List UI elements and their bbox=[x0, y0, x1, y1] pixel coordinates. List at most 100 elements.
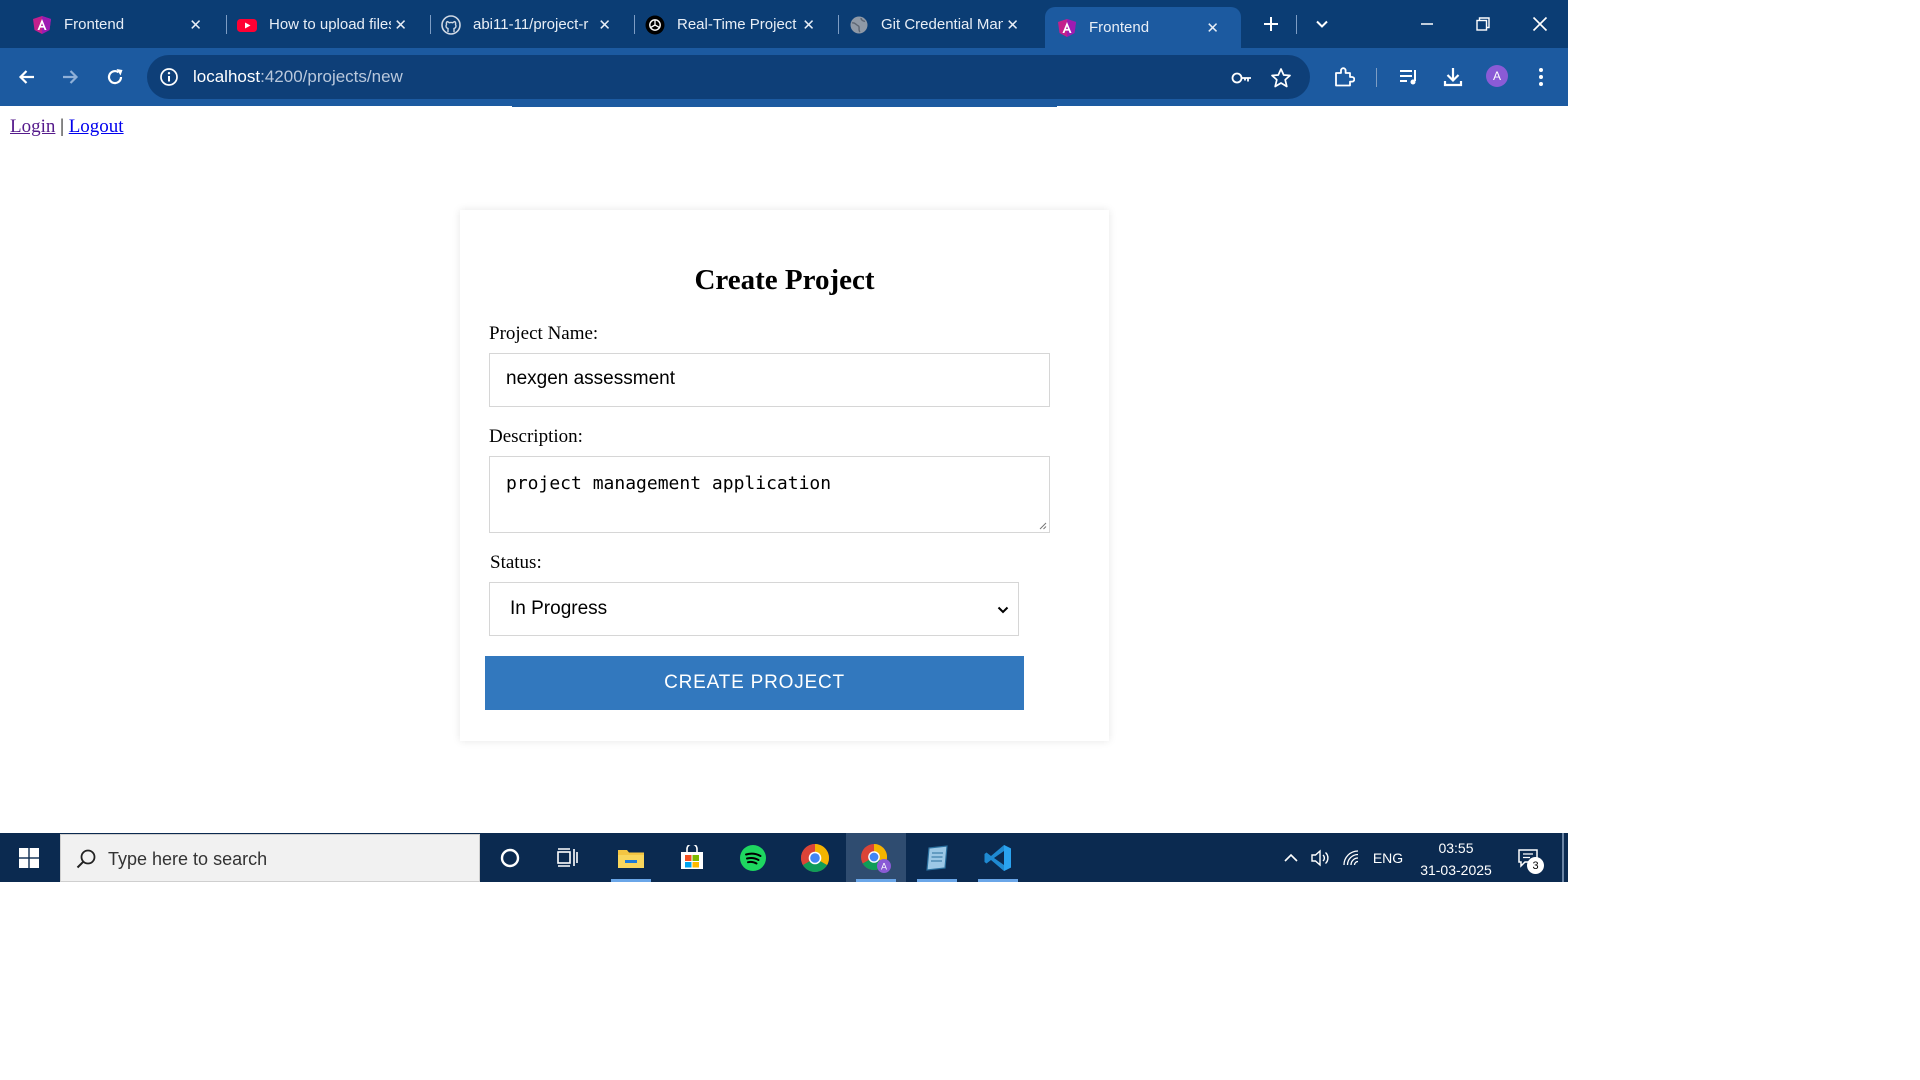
minimize-button[interactable] bbox=[1413, 10, 1441, 38]
tab-frontend-1[interactable]: Frontend ✕ bbox=[0, 7, 224, 42]
status-select[interactable]: In Progress bbox=[489, 582, 1019, 636]
github-icon bbox=[441, 14, 461, 35]
cortana-button[interactable] bbox=[480, 833, 540, 882]
status-label: Status: bbox=[490, 552, 542, 573]
create-project-button[interactable]: CREATE PROJECT bbox=[485, 656, 1024, 710]
microsoft-store-button[interactable] bbox=[662, 833, 722, 882]
spotify-icon bbox=[740, 844, 766, 871]
reload-button[interactable] bbox=[101, 63, 129, 91]
description-textarea[interactable]: project management application bbox=[489, 456, 1050, 533]
toolbar-separator bbox=[1376, 68, 1377, 87]
bookmark-star-icon[interactable] bbox=[1269, 66, 1293, 90]
resize-grip-icon[interactable] bbox=[1038, 521, 1047, 530]
profile-avatar[interactable]: A bbox=[1486, 65, 1508, 87]
chevron-up-icon bbox=[1284, 853, 1298, 862]
address-bar[interactable]: localhost:4200/projects/new bbox=[147, 55, 1310, 99]
close-icon[interactable]: ✕ bbox=[598, 16, 611, 34]
taskbar-search[interactable]: Type here to search bbox=[60, 834, 480, 882]
chrome-button[interactable] bbox=[785, 833, 845, 882]
description-label: Description: bbox=[489, 426, 583, 447]
close-icon[interactable]: ✕ bbox=[394, 16, 407, 34]
tab-git-credential[interactable]: Git Credential Man ✕ bbox=[817, 7, 1041, 42]
running-indicator bbox=[917, 879, 957, 882]
arrow-right-icon bbox=[63, 70, 79, 84]
notepad-icon bbox=[926, 844, 948, 871]
cortana-icon bbox=[500, 848, 520, 867]
tab-title: Git Credential Man bbox=[881, 16, 1003, 33]
login-link[interactable]: Login bbox=[10, 116, 55, 137]
running-indicator bbox=[611, 879, 651, 882]
volume-button[interactable] bbox=[1308, 833, 1334, 882]
clock-date: 31-03-2025 bbox=[1420, 862, 1492, 878]
show-hidden-icons-button[interactable] bbox=[1279, 833, 1303, 882]
start-button[interactable] bbox=[0, 833, 58, 882]
forward-button[interactable] bbox=[56, 63, 84, 91]
tab-title: Frontend bbox=[64, 16, 125, 33]
extensions-icon[interactable] bbox=[1331, 63, 1357, 91]
search-placeholder: Type here to search bbox=[108, 849, 268, 869]
file-explorer-icon bbox=[618, 849, 644, 868]
tab-separator bbox=[1296, 15, 1297, 34]
url-host: localhost bbox=[193, 67, 261, 86]
task-view-button[interactable] bbox=[538, 833, 598, 882]
close-icon[interactable]: ✕ bbox=[1206, 19, 1219, 37]
url-text: localhost:4200/projects/new bbox=[193, 67, 403, 87]
plus-icon bbox=[1264, 17, 1278, 31]
clock[interactable]: 03:55 31-03-2025 bbox=[1412, 837, 1500, 881]
file-explorer-button[interactable] bbox=[601, 833, 661, 882]
project-name-label: Project Name: bbox=[489, 323, 599, 344]
auth-links: Login | Logout bbox=[10, 116, 124, 138]
chrome-profile-icon: A bbox=[861, 843, 891, 873]
tab-chatgpt[interactable]: Real-Time Project ✕ bbox=[613, 7, 837, 42]
new-tab-button[interactable] bbox=[1257, 10, 1285, 38]
site-info-icon[interactable] bbox=[159, 67, 179, 87]
tab-github[interactable]: abi11-11/project-r ✕ bbox=[409, 7, 633, 42]
page-title: Create Project bbox=[694, 264, 875, 296]
chrome-icon bbox=[801, 843, 829, 872]
search-icon bbox=[76, 849, 96, 869]
windows-taskbar: Type here to search A ENG 03:55 31-03-20… bbox=[0, 833, 1568, 882]
chevron-down-icon bbox=[1316, 20, 1328, 28]
download-icon[interactable] bbox=[1440, 63, 1466, 91]
wifi-icon bbox=[1343, 849, 1359, 865]
running-indicator bbox=[978, 879, 1018, 882]
vscode-button[interactable] bbox=[968, 833, 1028, 882]
youtube-icon bbox=[237, 15, 257, 35]
clock-time: 03:55 bbox=[1438, 840, 1474, 856]
tab-frontend-active[interactable]: Frontend ✕ bbox=[1045, 7, 1241, 48]
browser-tab-strip: Frontend ✕ How to upload files ✕ abi11-1… bbox=[0, 0, 1568, 48]
tab-search-button[interactable] bbox=[1308, 10, 1336, 38]
chevron-down-icon bbox=[997, 606, 1009, 614]
tab-youtube[interactable]: How to upload files ✕ bbox=[205, 7, 429, 42]
close-window-button[interactable] bbox=[1526, 10, 1554, 38]
show-desktop-strip[interactable] bbox=[1562, 833, 1564, 882]
password-key-icon[interactable] bbox=[1230, 66, 1254, 90]
back-button[interactable] bbox=[13, 63, 41, 91]
angular-icon bbox=[1057, 18, 1077, 38]
notepad-button[interactable] bbox=[907, 833, 967, 882]
microsoft-store-icon bbox=[681, 844, 703, 869]
language-indicator[interactable]: ENG bbox=[1370, 833, 1406, 882]
more-menu-icon[interactable] bbox=[1528, 63, 1554, 91]
media-controls-icon[interactable] bbox=[1396, 63, 1422, 91]
tab-title: abi11-11/project-r bbox=[473, 16, 589, 33]
spotify-button[interactable] bbox=[723, 833, 783, 882]
close-icon[interactable]: ✕ bbox=[189, 16, 202, 34]
project-name-input[interactable]: nexgen assessment bbox=[489, 353, 1050, 407]
svg-text:A: A bbox=[881, 861, 887, 871]
network-button[interactable] bbox=[1340, 833, 1364, 882]
url-path: :4200/projects/new bbox=[260, 67, 403, 86]
close-icon[interactable]: ✕ bbox=[1006, 16, 1019, 34]
tab-title: Frontend bbox=[1089, 19, 1150, 36]
tab-title: Real-Time Project bbox=[677, 16, 797, 33]
logout-link[interactable]: Logout bbox=[69, 116, 124, 137]
tab-bottom-edge bbox=[512, 105, 1057, 107]
restore-icon bbox=[1476, 17, 1490, 31]
auth-separator: | bbox=[60, 116, 64, 137]
restore-button[interactable] bbox=[1469, 10, 1497, 38]
close-icon[interactable]: ✕ bbox=[802, 16, 815, 34]
chrome-profile-button[interactable]: A bbox=[846, 833, 906, 882]
browser-toolbar: localhost:4200/projects/new A bbox=[0, 48, 1568, 106]
speaker-icon bbox=[1311, 848, 1329, 867]
vscode-icon bbox=[984, 844, 1011, 871]
